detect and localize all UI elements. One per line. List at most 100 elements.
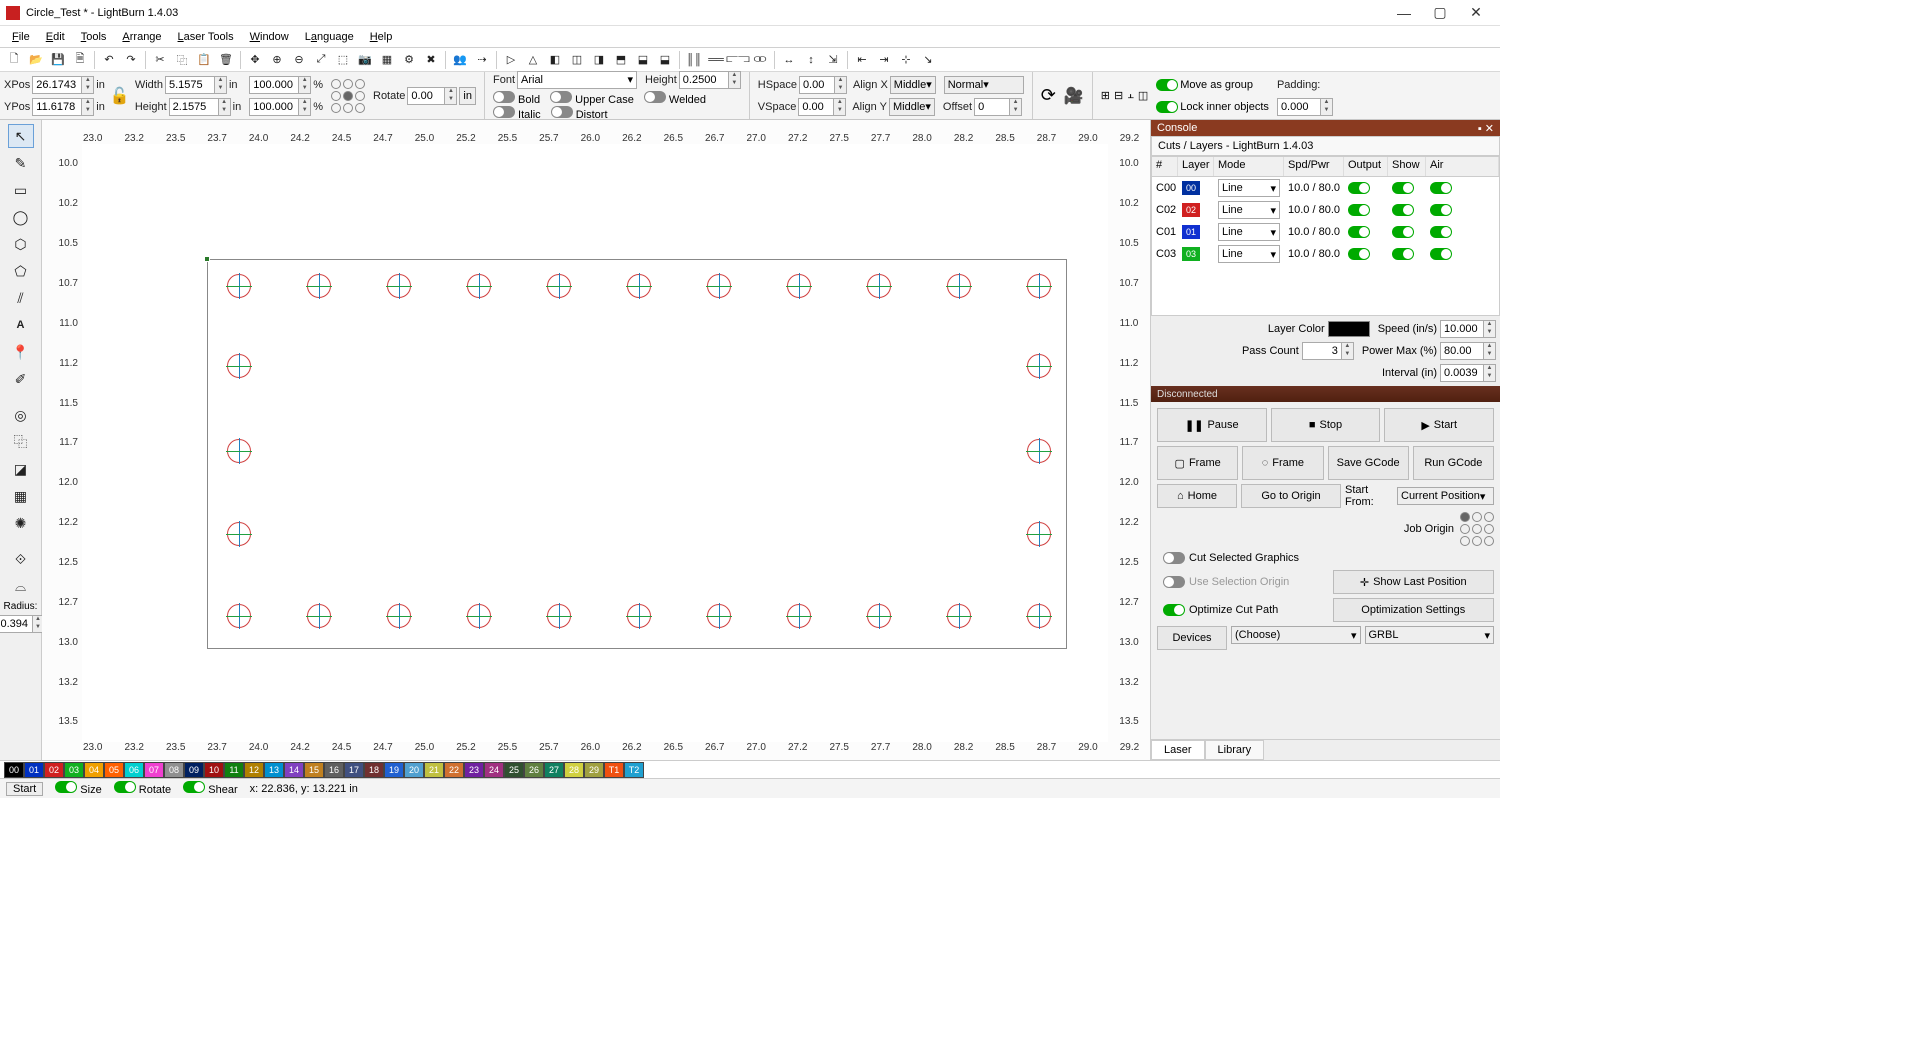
import-icon[interactable]: 🗎 — [70, 50, 90, 70]
pass-count-input[interactable] — [1302, 342, 1342, 360]
go-to-origin-button[interactable]: Go to Origin — [1241, 484, 1341, 508]
palette-swatch[interactable]: 09 — [184, 762, 204, 778]
distribute-v-icon[interactable]: ══ — [706, 50, 726, 70]
group-icon[interactable]: 👥 — [450, 50, 470, 70]
arrange-icon-3[interactable]: ⫠ — [1127, 89, 1134, 102]
circle-shape[interactable] — [947, 274, 971, 298]
aligny-select[interactable]: Middle ▾ — [889, 98, 935, 116]
alignx-select[interactable]: Middle ▾ — [890, 76, 936, 94]
padding-input[interactable] — [1277, 98, 1321, 116]
circle-shape[interactable] — [787, 604, 811, 628]
firmware-select[interactable]: GRBL▾ — [1365, 626, 1495, 644]
zoom-fit-icon[interactable]: ⤢ — [311, 50, 331, 70]
minimize-button[interactable]: — — [1386, 5, 1422, 21]
zoom-selection-icon[interactable]: ⬚ — [333, 50, 353, 70]
undo-icon[interactable]: ↶ — [99, 50, 119, 70]
speed-input[interactable] — [1440, 320, 1484, 338]
mirror-v-icon[interactable]: △ — [523, 50, 543, 70]
cut-selected-toggle[interactable] — [1163, 552, 1185, 564]
circle-shape[interactable] — [627, 604, 651, 628]
scale-y-input[interactable] — [249, 98, 299, 116]
job-origin-grid[interactable] — [1460, 512, 1494, 546]
dock-corner-icon[interactable]: ↘ — [918, 50, 938, 70]
cut-icon[interactable]: ✂ — [150, 50, 170, 70]
arrange-icon-4[interactable]: ◫ — [1138, 89, 1148, 102]
circle-shape[interactable] — [707, 274, 731, 298]
show-last-position-button[interactable]: ✛ Show Last Position — [1333, 570, 1495, 594]
start-button[interactable]: ▶ Start — [1384, 408, 1494, 442]
rotate-input[interactable] — [407, 87, 445, 105]
mirror-h-icon[interactable]: ▷ — [501, 50, 521, 70]
status-start-button[interactable]: Start — [6, 782, 43, 796]
align-middle-icon[interactable]: ⬓ — [633, 50, 653, 70]
draw-line-tool-icon[interactable]: ✎ — [8, 151, 34, 175]
new-icon[interactable]: 🗋 — [4, 50, 24, 70]
circle-shape[interactable] — [307, 274, 331, 298]
canvas[interactable] — [82, 144, 1108, 742]
palette-swatch[interactable]: 20 — [404, 762, 424, 778]
scale-x-input[interactable] — [249, 76, 299, 94]
power-max-input[interactable] — [1440, 342, 1484, 360]
boolean-tool-icon[interactable]: ◪ — [8, 457, 34, 481]
run-gcode-button[interactable]: Run GCode — [1413, 446, 1494, 480]
menu-language[interactable]: Language — [299, 29, 360, 45]
menu-tools[interactable]: Tools — [75, 29, 113, 45]
palette-swatch[interactable]: 10 — [204, 762, 224, 778]
zoom-out-icon[interactable]: ⊖ — [289, 50, 309, 70]
align-center-icon[interactable]: ◫ — [567, 50, 587, 70]
tab-laser[interactable]: Laser — [1151, 740, 1205, 760]
palette-swatch[interactable]: 04 — [84, 762, 104, 778]
settings-icon[interactable]: ⚙ — [399, 50, 419, 70]
palette-swatch[interactable]: 11 — [224, 762, 244, 778]
delete-icon[interactable]: 🗑 — [216, 50, 236, 70]
tab-tool-icon[interactable]: ⟐ — [8, 547, 34, 571]
rotate-unit[interactable]: in — [459, 87, 476, 105]
palette-swatch[interactable]: 19 — [384, 762, 404, 778]
palette-swatch[interactable]: T2 — [624, 762, 644, 778]
text-mode-select[interactable]: Normal ▾ — [944, 76, 1024, 94]
menu-file[interactable]: File — [6, 29, 36, 45]
polygon-tool-icon[interactable]: ⬡ — [8, 232, 34, 256]
stop-button[interactable]: ■ Stop — [1271, 408, 1381, 442]
distribute-h-icon[interactable]: ║║ — [684, 50, 704, 70]
font-height-input[interactable] — [679, 71, 729, 89]
italic-toggle[interactable] — [493, 106, 515, 118]
start-from-select[interactable]: Current Position ▾ — [1397, 487, 1494, 505]
circle-shape[interactable] — [947, 604, 971, 628]
circle-shape[interactable] — [1027, 604, 1051, 628]
width-input[interactable] — [165, 76, 215, 94]
redo-icon[interactable]: ↷ — [121, 50, 141, 70]
save-icon[interactable]: 💾 — [48, 50, 68, 70]
preview-icon[interactable]: ▦ — [377, 50, 397, 70]
maximize-button[interactable]: ▢ — [1422, 4, 1458, 21]
cut-row[interactable]: C01 01 Line▾ 10.0 / 80.0 — [1152, 221, 1499, 243]
anchor-grid[interactable] — [331, 79, 365, 113]
align-left-icon[interactable]: ◧ — [545, 50, 565, 70]
palette-swatch[interactable]: T1 — [604, 762, 624, 778]
palette-swatch[interactable]: 13 — [264, 762, 284, 778]
ypos-input[interactable] — [32, 98, 82, 116]
height-input[interactable] — [169, 98, 219, 116]
circle-shape[interactable] — [1027, 522, 1051, 546]
lock-aspect-icon[interactable]: 🔓 — [109, 72, 131, 119]
optimize-toggle[interactable] — [1163, 604, 1185, 616]
align-top-icon[interactable]: ⬒ — [611, 50, 631, 70]
palette-swatch[interactable]: 02 — [44, 762, 64, 778]
distort-toggle[interactable] — [551, 106, 573, 118]
space-h-icon[interactable]: ⫍⫎ — [728, 50, 748, 70]
radial-array-tool-icon[interactable]: ✺ — [8, 511, 34, 535]
palette-swatch[interactable]: 24 — [484, 762, 504, 778]
circle-shape[interactable] — [1027, 354, 1051, 378]
palette-swatch[interactable]: 05 — [104, 762, 124, 778]
measure-tool-icon[interactable]: ✐ — [8, 367, 34, 391]
circle-shape[interactable] — [227, 439, 251, 463]
radius-input[interactable] — [0, 615, 33, 633]
circle-shape[interactable] — [227, 274, 251, 298]
use-selection-origin-toggle[interactable] — [1163, 576, 1185, 588]
offset-input[interactable] — [974, 98, 1010, 116]
bold-toggle[interactable] — [493, 91, 515, 103]
menu-edit[interactable]: Edit — [40, 29, 71, 45]
ellipse-tool-icon[interactable]: ◯ — [8, 205, 34, 229]
pan-icon[interactable]: ✥ — [245, 50, 265, 70]
layer-color-swatch[interactable] — [1328, 321, 1370, 337]
